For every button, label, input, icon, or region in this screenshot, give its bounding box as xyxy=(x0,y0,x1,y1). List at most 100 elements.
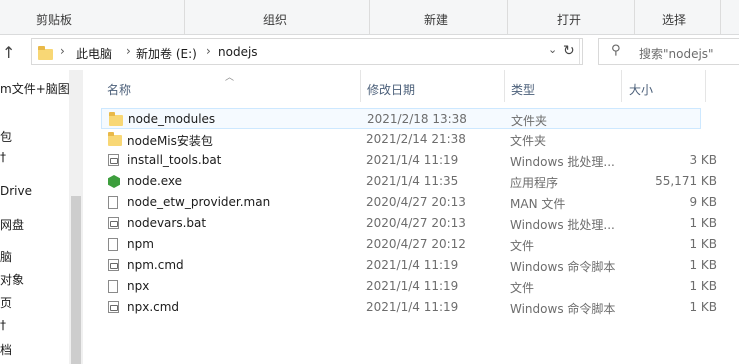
file-row[interactable]: nodevars.bat 2020/4/27 20:13 Windows 批处理… xyxy=(101,213,717,234)
file-name: nodeMis安装包 xyxy=(127,134,213,148)
batch-file-icon xyxy=(108,259,119,271)
file-row[interactable]: node.exe 2021/1/4 11:35 应用程序 55,171 KB xyxy=(101,171,717,192)
refresh-icon[interactable]: ↻ xyxy=(563,43,575,59)
ribbon-separator xyxy=(634,0,635,34)
nav-item[interactable]: 档 xyxy=(0,341,12,358)
file-size: 1 KB xyxy=(689,279,717,293)
file-icon xyxy=(108,238,118,251)
chevron-right-icon[interactable]: › xyxy=(126,44,131,58)
ribbon-group-open: 打开 xyxy=(557,13,582,27)
breadcrumb-nodejs[interactable]: nodejs xyxy=(218,45,258,59)
file-size: 55,171 KB xyxy=(655,174,717,188)
file-date: 2021/1/4 11:19 xyxy=(366,300,459,314)
sort-ascending-icon: ︿ xyxy=(225,73,235,83)
navigation-pane: m文件+脑图 包 † Drive 网盘 脑 对象 页 † 档 xyxy=(0,70,69,364)
nav-scrollbar-thumb[interactable] xyxy=(71,196,81,364)
batch-file-icon xyxy=(108,217,119,229)
file-row[interactable]: npm.cmd 2021/1/4 11:19 Windows 命令脚本 1 KB xyxy=(101,255,717,276)
chevron-right-icon[interactable]: › xyxy=(206,44,211,58)
file-date: 2021/1/4 11:19 xyxy=(366,279,459,293)
ribbon-group-clipboard: 剪贴板 xyxy=(36,13,73,27)
file-name: install_tools.bat xyxy=(127,153,222,167)
file-row[interactable]: node_etw_provider.man 2020/4/27 20:13 MA… xyxy=(101,192,717,213)
nav-item[interactable]: 脑 xyxy=(0,248,12,265)
file-name: npx xyxy=(127,279,150,293)
file-type: Windows 命令脚本 xyxy=(510,260,616,274)
file-type: 应用程序 xyxy=(510,176,559,190)
file-type: Windows 批处理... xyxy=(510,218,615,232)
file-row[interactable]: npx 2021/1/4 11:19 文件 1 KB xyxy=(101,276,717,297)
search-icon: ⚲ xyxy=(611,43,621,58)
nav-item[interactable]: 包 xyxy=(0,128,12,145)
file-type: Windows 命令脚本 xyxy=(510,302,616,316)
column-divider[interactable] xyxy=(705,70,706,102)
ribbon-group-select: 选择 xyxy=(662,13,687,27)
file-date: 2021/2/18 13:38 xyxy=(367,112,467,126)
ribbon-group-labels: 剪贴板 组织 新建 打开 选择 xyxy=(0,0,739,35)
breadcrumb-drive-e[interactable]: 新加卷 (E:) xyxy=(136,45,197,62)
file-row[interactable]: node_modules 2021/2/18 13:38 文件夹 xyxy=(101,108,701,129)
file-size: 3 KB xyxy=(689,153,717,167)
nav-item[interactable]: † xyxy=(0,150,6,164)
search-box[interactable]: ⚲ 搜索"nodejs" xyxy=(598,38,739,65)
file-type: 文件夹 xyxy=(511,114,548,128)
file-icon xyxy=(108,280,118,293)
file-date: 2020/4/27 20:12 xyxy=(366,237,466,251)
column-header-name[interactable]: 名称 xyxy=(107,81,131,98)
nav-item-onedrive[interactable]: Drive xyxy=(0,184,32,198)
ribbon-separator xyxy=(369,0,370,34)
folder-icon xyxy=(38,46,53,60)
batch-file-icon xyxy=(108,154,119,166)
nav-item[interactable]: 对象 xyxy=(0,271,24,288)
ribbon-separator xyxy=(184,0,185,34)
file-icon xyxy=(108,196,118,209)
file-name: npm.cmd xyxy=(127,258,184,272)
file-row[interactable]: install_tools.bat 2021/1/4 11:19 Windows… xyxy=(101,150,717,171)
folder-icon xyxy=(108,132,122,146)
address-bar[interactable]: › 此电脑 › 新加卷 (E:) › nodejs ⌄ xyxy=(31,38,583,65)
up-arrow-icon[interactable]: ↑ xyxy=(2,43,15,62)
file-list: ︿ 名称 修改日期 类型 大小 node_modules 2021/2/18 1… xyxy=(83,70,739,364)
file-type: 文件 xyxy=(510,239,535,253)
search-input[interactable]: 搜索"nodejs" xyxy=(639,45,714,62)
file-type: MAN 文件 xyxy=(510,197,566,211)
file-name: nodevars.bat xyxy=(127,216,207,230)
nav-item[interactable]: 页 xyxy=(0,294,12,311)
column-header-size[interactable]: 大小 xyxy=(629,81,653,98)
batch-file-icon xyxy=(108,301,119,313)
file-date: 2021/2/14 21:38 xyxy=(366,132,466,146)
column-divider[interactable] xyxy=(504,70,505,102)
breadcrumb-this-pc[interactable]: 此电脑 xyxy=(76,45,112,62)
file-size: 1 KB xyxy=(689,237,717,251)
file-name: node_etw_provider.man xyxy=(127,195,271,209)
column-header-type[interactable]: 类型 xyxy=(511,81,535,98)
file-size: 1 KB xyxy=(689,216,717,230)
ribbon-group-organize: 组织 xyxy=(263,13,288,27)
column-divider[interactable] xyxy=(621,70,622,102)
folder-icon xyxy=(109,112,123,126)
file-size: 1 KB xyxy=(689,258,717,272)
nav-item[interactable]: 网盘 xyxy=(0,216,24,233)
file-name: npm xyxy=(127,237,154,251)
file-type: 文件 xyxy=(510,281,535,295)
column-divider[interactable] xyxy=(360,70,361,102)
divider xyxy=(579,39,580,64)
file-row[interactable]: npx.cmd 2021/1/4 11:19 Windows 命令脚本 1 KB xyxy=(101,297,717,318)
file-name: node.exe xyxy=(127,174,183,188)
file-row[interactable]: nodeMis安装包 2021/2/14 21:38 文件夹 xyxy=(101,129,701,150)
nav-item[interactable]: m文件+脑图 xyxy=(0,80,69,97)
file-size: 1 KB xyxy=(689,300,717,314)
file-size: 9 KB xyxy=(689,195,717,209)
file-date: 2021/1/4 11:19 xyxy=(366,258,459,272)
file-type: 文件夹 xyxy=(510,134,547,148)
chevron-right-icon[interactable]: › xyxy=(60,44,65,58)
file-date: 2020/4/27 20:13 xyxy=(366,216,466,230)
chevron-down-icon[interactable]: ⌄ xyxy=(548,43,557,56)
ribbon-group-new: 新建 xyxy=(424,13,449,27)
nav-item[interactable]: † xyxy=(0,318,6,332)
file-date: 2020/4/27 20:13 xyxy=(366,195,466,209)
file-row[interactable]: npm 2020/4/27 20:12 文件 1 KB xyxy=(101,234,717,255)
file-date: 2021/1/4 11:35 xyxy=(366,174,459,188)
column-header-date[interactable]: 修改日期 xyxy=(367,81,415,98)
ribbon-separator xyxy=(720,0,721,34)
